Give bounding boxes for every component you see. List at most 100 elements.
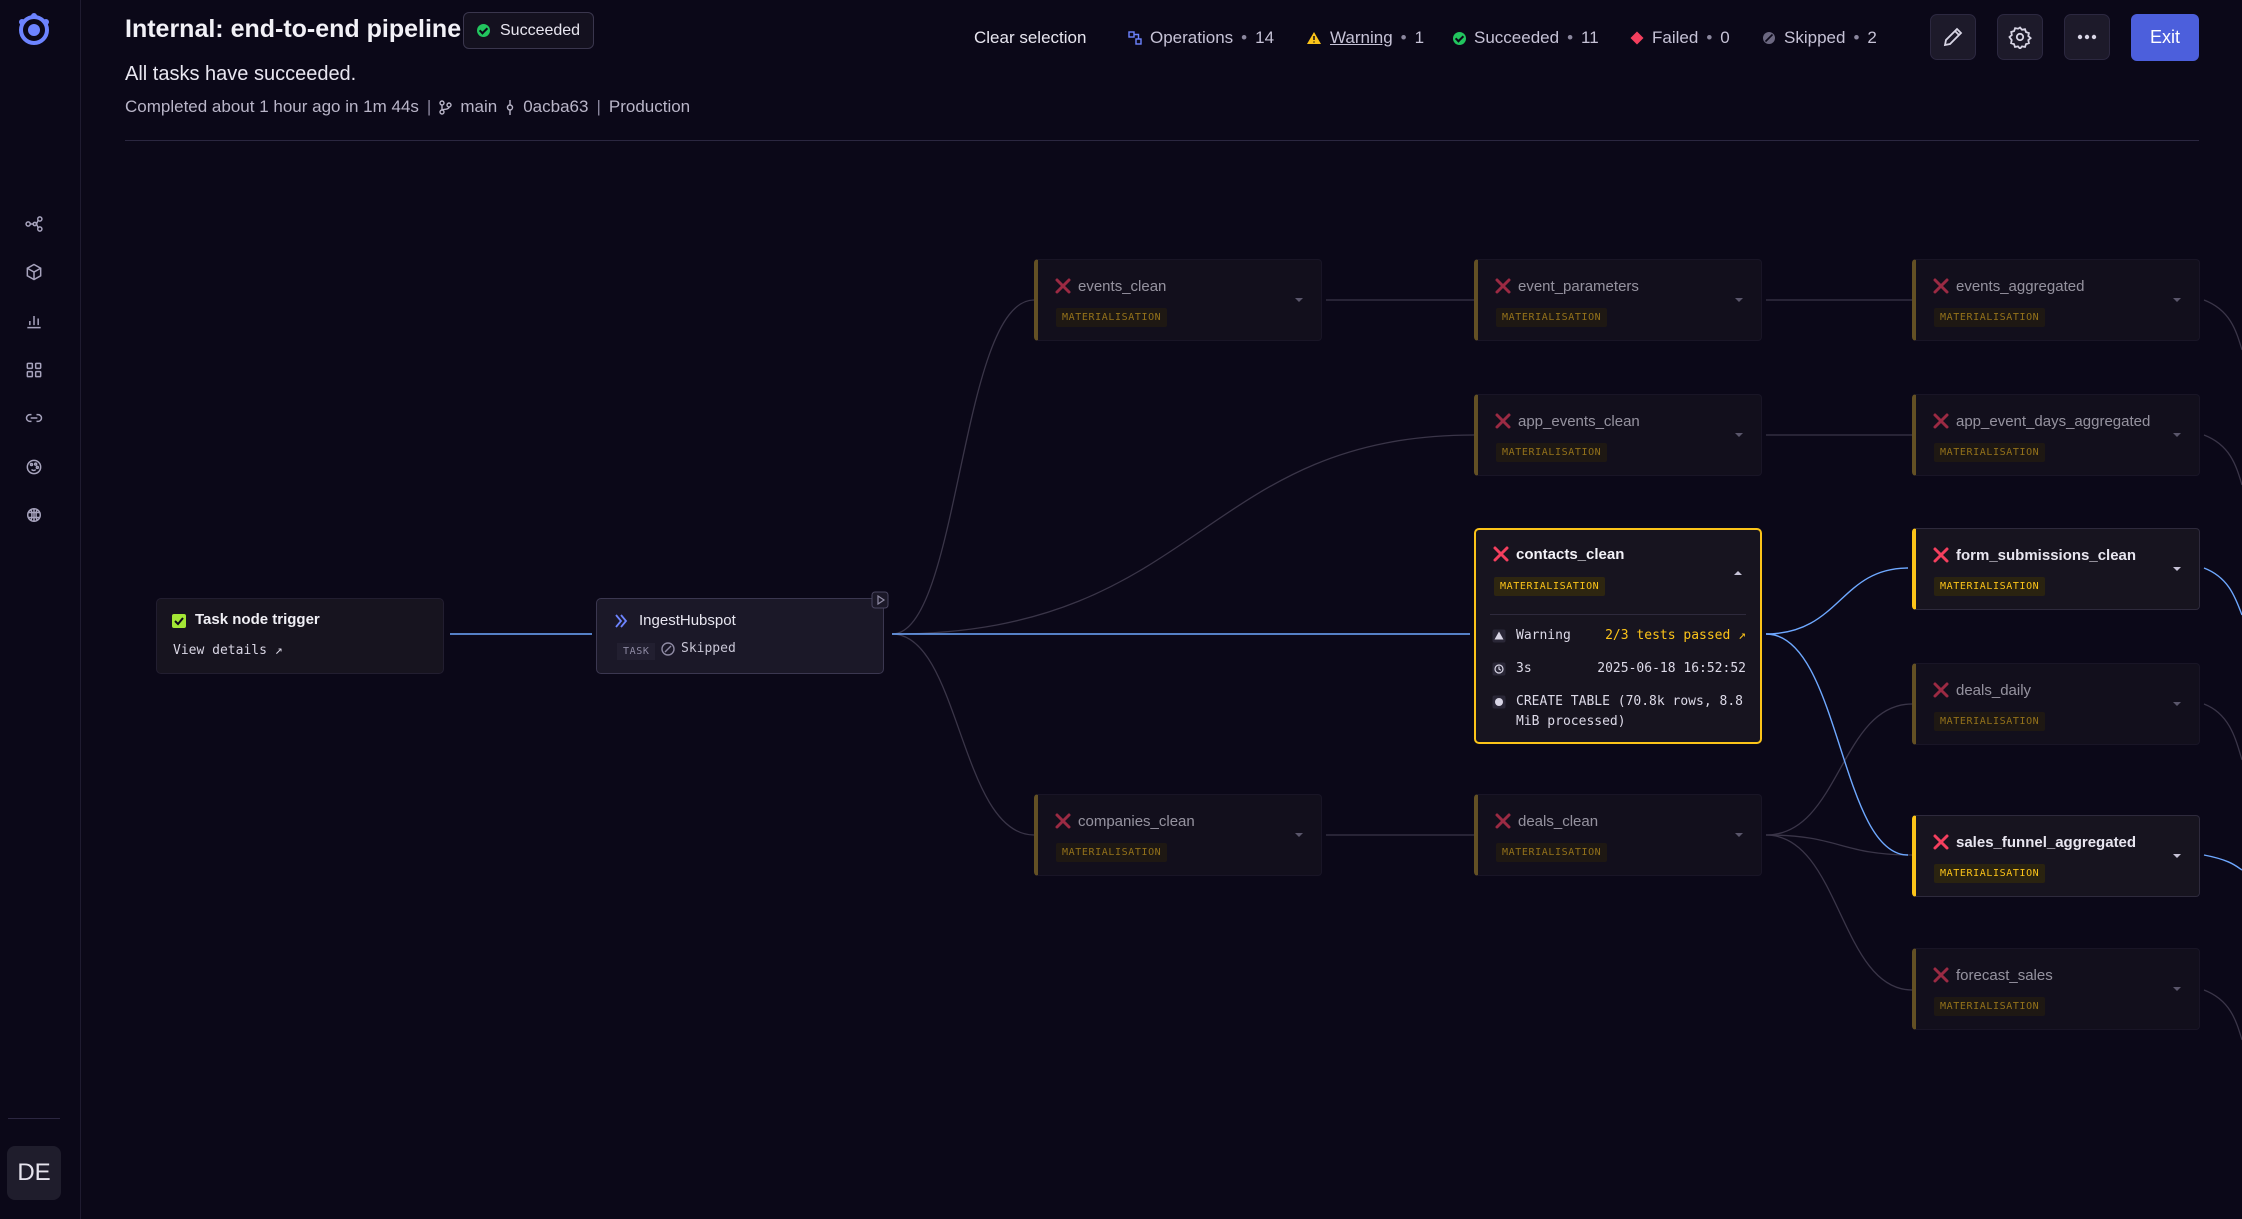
play-icon[interactable] (871, 591, 889, 609)
task-badge: TASK (617, 643, 656, 660)
node-events-clean[interactable]: events_clean MATERIALISATION (1034, 259, 1322, 341)
node-title: app_events_clean (1518, 413, 1640, 430)
ingest-hubspot-node[interactable]: IngestHubspot TASK Skipped (596, 591, 889, 674)
exit-button[interactable]: Exit (2131, 14, 2199, 61)
gear-icon (2008, 26, 2032, 49)
chevron-down-icon[interactable] (2171, 563, 2183, 575)
node-sales-funnel-aggregated[interactable]: sales_funnel_aggregated MATERIALISATION (1912, 815, 2200, 897)
materialisation-badge: MATERIALISATION (1056, 308, 1168, 327)
dbt-x-icon (1933, 967, 1949, 983)
completed-text: Completed about 1 hour ago in 1m 44s (125, 97, 419, 116)
materialisation-badge: MATERIALISATION (1056, 843, 1168, 862)
sidebar-divider (8, 1118, 60, 1119)
node-contacts-clean[interactable]: contacts_clean MATERIALISATION Warning 2… (1474, 528, 1762, 744)
node-title: events_aggregated (1956, 278, 2085, 295)
chevron-down-icon[interactable] (1293, 294, 1305, 306)
node-title: events_clean (1078, 278, 1167, 295)
status-badge: Succeeded (463, 12, 595, 49)
operations-stat[interactable]: Operations • 14 (1128, 26, 1274, 50)
failed-label: Failed (1652, 28, 1699, 47)
materialisation-badge: MATERIALISATION (1934, 577, 2046, 596)
node-title: form_submissions_clean (1956, 547, 2137, 564)
node-title: sales_funnel_aggregated (1956, 834, 2137, 851)
branch-name[interactable]: main (460, 97, 497, 117)
link-icon[interactable] (22, 406, 46, 430)
dbt-x-icon (1055, 278, 1071, 294)
dbt-x-icon (1495, 413, 1511, 429)
skipped-stat[interactable]: Skipped • 2 (1762, 26, 1877, 50)
node-events-aggregated[interactable]: events_aggregated MATERIALISATION (1912, 259, 2200, 341)
task-node-trigger[interactable]: Task node trigger View details ↗ (156, 598, 444, 674)
clock-icon (1492, 662, 1506, 675)
query-row: CREATE TABLE (70.8k rows, 8.8 MiB proces… (1492, 692, 1746, 732)
ingest-icon (615, 614, 628, 628)
node-title: event_parameters (1518, 278, 1639, 295)
operations-count: 14 (1255, 28, 1275, 47)
chevron-down-icon[interactable] (1733, 829, 1745, 841)
materialisation-badge: MATERIALISATION (1934, 864, 2046, 883)
node-forecast-sales[interactable]: forecast_sales MATERIALISATION (1912, 948, 2200, 1030)
palette-icon[interactable] (22, 455, 46, 479)
warning-row: Warning 2/3 tests passed ↗ (1492, 628, 1746, 643)
commit-hash[interactable]: 0acba63 (523, 97, 588, 117)
cube-icon[interactable] (22, 260, 46, 284)
dbt-x-icon (1933, 682, 1949, 698)
dbt-x-icon (1933, 413, 1949, 429)
warning-label[interactable]: Warning (1330, 28, 1393, 48)
materialisation-badge: MATERIALISATION (1934, 308, 2046, 327)
node-title: forecast_sales (1956, 967, 2053, 984)
header-divider (125, 140, 2199, 141)
materialisation-badge: MATERIALISATION (1496, 443, 1608, 462)
view-details-link[interactable]: View details ↗ (173, 643, 283, 658)
skipped-count: 2 (1867, 28, 1877, 47)
meta-separator: | (596, 97, 601, 116)
app-logo-icon[interactable] (16, 12, 52, 48)
tests-passed-link[interactable]: 2/3 tests passed ↗ (1605, 628, 1746, 643)
chevron-down-icon[interactable] (2171, 698, 2183, 710)
stat-bullet: • (1853, 28, 1860, 47)
skipped-icon (1763, 32, 1775, 44)
clear-selection-button[interactable]: Clear selection (974, 26, 1086, 50)
node-app-event-days-aggregated[interactable]: app_event_days_aggregated MATERIALISATIO… (1912, 394, 2200, 476)
more-options-button[interactable] (2064, 14, 2110, 60)
node-deals-daily[interactable]: deals_daily MATERIALISATION (1912, 663, 2200, 745)
dbt-x-icon (1933, 547, 1949, 563)
node-app-events-clean[interactable]: app_events_clean MATERIALISATION (1474, 394, 1762, 476)
chevron-down-icon[interactable] (1733, 294, 1745, 306)
chevron-down-icon[interactable] (2171, 983, 2183, 995)
ingest-title: IngestHubspot (639, 612, 736, 629)
succeeded-stat[interactable]: Succeeded • 11 (1453, 26, 1599, 50)
succeeded-label: Succeeded (1474, 28, 1560, 47)
dbt-x-icon (1495, 278, 1511, 294)
bar-chart-icon[interactable] (22, 309, 46, 333)
environment-label: Production (608, 97, 691, 116)
node-form-submissions-clean[interactable]: form_submissions_clean MATERIALISATION (1912, 528, 2200, 610)
skipped-status: Skipped (661, 641, 736, 656)
dbt-x-icon (1055, 813, 1071, 829)
chevron-down-icon[interactable] (2171, 429, 2183, 441)
materialisation-badge: MATERIALISATION (1934, 997, 2046, 1016)
node-companies-clean[interactable]: companies_clean MATERIALISATION (1034, 794, 1322, 876)
stat-bullet: • (1400, 28, 1407, 47)
chevron-down-icon[interactable] (1293, 829, 1305, 841)
node-event-parameters[interactable]: event_parameters MATERIALISATION (1474, 259, 1762, 341)
edit-button[interactable] (1930, 14, 1976, 60)
lineage-icon[interactable] (22, 212, 46, 236)
chevron-down-icon[interactable] (2171, 850, 2183, 862)
run-meta: Completed about 1 hour ago in 1m 44s | m… (125, 97, 690, 117)
dbt-x-icon (1933, 834, 1949, 850)
brain-icon[interactable] (22, 503, 46, 527)
failed-stat[interactable]: Failed • 0 (1630, 26, 1730, 50)
chevron-up-icon[interactable] (1732, 567, 1744, 579)
warning-stat[interactable]: Warning • 1 (1306, 26, 1424, 50)
node-title: app_event_days_aggregated (1956, 413, 2151, 430)
chevron-down-icon[interactable] (1733, 429, 1745, 441)
left-sidebar: DE (0, 0, 81, 1219)
settings-button[interactable] (1997, 14, 2043, 60)
chevron-down-icon[interactable] (2171, 294, 2183, 306)
node-deals-clean[interactable]: deals_clean MATERIALISATION (1474, 794, 1762, 876)
grid-icon[interactable] (22, 358, 46, 382)
warning-icon (1307, 32, 1321, 44)
avatar[interactable]: DE (7, 1146, 61, 1200)
trigger-title: Task node trigger (195, 611, 320, 628)
